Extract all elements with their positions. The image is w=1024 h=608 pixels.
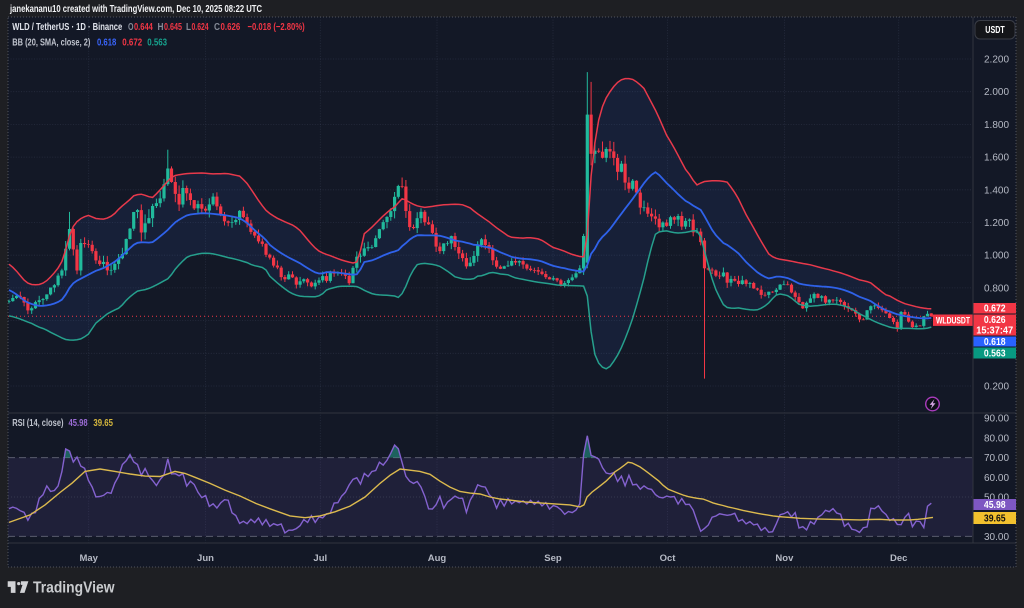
svg-text:30.00: 30.00 xyxy=(984,532,1009,543)
svg-text:Aug: Aug xyxy=(428,553,447,564)
svg-text:Oct: Oct xyxy=(660,553,677,564)
svg-text:H: H xyxy=(158,22,164,33)
svg-text:1.000: 1.000 xyxy=(984,251,1009,262)
svg-text:O: O xyxy=(128,22,134,33)
svg-text:Sep: Sep xyxy=(544,553,562,564)
svg-text:Nov: Nov xyxy=(775,553,794,564)
svg-text:80.00: 80.00 xyxy=(984,433,1009,444)
svg-text:2.000: 2.000 xyxy=(984,87,1009,98)
svg-text:0.800: 0.800 xyxy=(984,283,1009,294)
svg-text:0.200: 0.200 xyxy=(984,382,1009,393)
svg-text:0.644: 0.644 xyxy=(134,22,153,33)
svg-text:39.65: 39.65 xyxy=(984,513,1006,524)
svg-text:39.65: 39.65 xyxy=(93,418,113,429)
svg-text:−0.018 (−2.80%): −0.018 (−2.80%) xyxy=(248,22,305,33)
svg-text:0.626: 0.626 xyxy=(221,22,241,33)
svg-text:0.672: 0.672 xyxy=(122,38,142,49)
svg-text:90.00: 90.00 xyxy=(984,414,1009,425)
svg-text:RSI (14, close): RSI (14, close) xyxy=(12,418,63,429)
svg-text:1.800: 1.800 xyxy=(984,120,1009,131)
svg-text:1.200: 1.200 xyxy=(984,218,1009,229)
svg-text:Dec: Dec xyxy=(890,553,907,564)
svg-text:45.98: 45.98 xyxy=(69,418,88,429)
svg-text:USDT: USDT xyxy=(985,25,1004,36)
svg-text:15:37:47: 15:37:47 xyxy=(976,326,1013,337)
svg-text:WLD / TetherUS · 1D · Binance: WLD / TetherUS · 1D · Binance xyxy=(12,22,122,33)
svg-text:0.626: 0.626 xyxy=(984,315,1006,326)
svg-text:WLDUSDT: WLDUSDT xyxy=(936,316,970,326)
svg-text:TradingView: TradingView xyxy=(33,580,115,597)
svg-text:0.618: 0.618 xyxy=(984,337,1006,348)
svg-text:0.624: 0.624 xyxy=(192,22,209,33)
svg-text:45.98: 45.98 xyxy=(984,500,1006,511)
svg-text:0.645: 0.645 xyxy=(164,22,182,33)
svg-text:1.400: 1.400 xyxy=(984,185,1009,196)
svg-text:C: C xyxy=(214,22,220,33)
svg-text:0.618: 0.618 xyxy=(97,38,117,49)
svg-text:L: L xyxy=(186,22,191,33)
svg-text:0.672: 0.672 xyxy=(984,304,1006,315)
svg-text:0.563: 0.563 xyxy=(147,38,167,49)
svg-text:Jul: Jul xyxy=(313,553,327,564)
svg-text:60.00: 60.00 xyxy=(984,473,1009,484)
svg-text:BB (20, SMA, close, 2): BB (20, SMA, close, 2) xyxy=(12,38,90,49)
svg-text:0.563: 0.563 xyxy=(984,348,1006,359)
svg-text:2.200: 2.200 xyxy=(984,55,1009,66)
svg-text:70.00: 70.00 xyxy=(984,453,1009,464)
svg-text:Jun: Jun xyxy=(197,553,214,564)
svg-text:May: May xyxy=(79,553,98,564)
svg-text:1.600: 1.600 xyxy=(984,153,1009,164)
svg-text:janekananu10 created with Trad: janekananu10 created with TradingView.co… xyxy=(9,4,262,15)
